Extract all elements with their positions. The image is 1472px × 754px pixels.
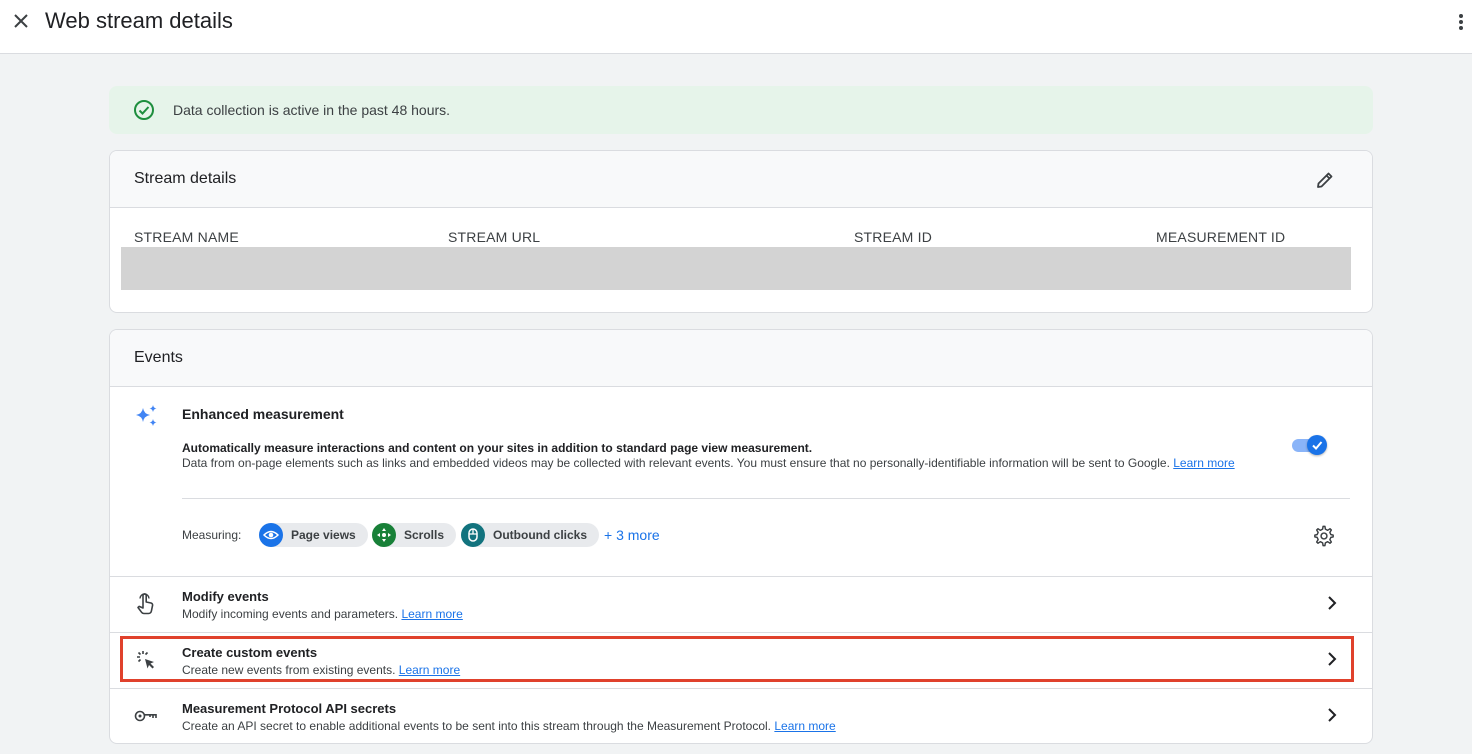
check-icon: [1312, 441, 1323, 450]
stream-details-card: Stream details STREAM NAME STREAM URL ST…: [109, 150, 1373, 313]
touch-icon: [134, 592, 158, 616]
toggle-knob: [1307, 435, 1327, 455]
divider: [182, 498, 1350, 499]
modify-events-row[interactable]: Modify events Modify incoming events and…: [110, 576, 1372, 632]
more-vert-icon: [1459, 14, 1463, 30]
column-header-stream-name: STREAM NAME: [134, 229, 239, 245]
chevron-right-icon: [1322, 593, 1342, 613]
gear-icon: [1314, 525, 1334, 547]
chip-outbound-clicks[interactable]: Outbound clicks: [461, 523, 600, 547]
close-icon: [14, 14, 28, 28]
close-button[interactable]: [8, 8, 34, 34]
row-description-text: Modify incoming events and parameters.: [182, 607, 399, 621]
row-description-text: Create an API secret to enable additiona…: [182, 719, 772, 733]
column-header-stream-id: STREAM ID: [854, 229, 933, 245]
enhanced-measurement-description: Data from on-page elements such as links…: [182, 456, 1267, 471]
page-title: Web stream details: [45, 8, 233, 33]
row-description-text: Create new events from existing events.: [182, 663, 396, 677]
enhanced-measurement-toggle[interactable]: [1292, 433, 1328, 457]
mouse-icon: [461, 523, 485, 547]
chip-scrolls[interactable]: Scrolls: [372, 523, 457, 547]
chip-label: Scrolls: [404, 528, 445, 542]
redacted-stream-values: [121, 247, 1351, 290]
status-banner: Data collection is active in the past 48…: [109, 86, 1373, 134]
more-measurements-link[interactable]: + 3 more: [604, 527, 660, 543]
chevron-right-icon: [1322, 649, 1342, 669]
column-header-stream-url: STREAM URL: [448, 229, 541, 245]
key-icon: [134, 704, 158, 728]
enhanced-measurement-detail: Data from on-page elements such as links…: [182, 456, 1170, 470]
enhanced-measurement-summary: Automatically measure interactions and c…: [182, 441, 813, 455]
enhanced-measurement-settings-button[interactable]: [1312, 524, 1336, 548]
status-banner-text: Data collection is active in the past 48…: [173, 102, 451, 118]
row-description: Create new events from existing events. …: [182, 663, 460, 677]
learn-more-link[interactable]: Learn more: [774, 719, 835, 733]
eye-icon: [259, 523, 283, 547]
events-header: Events: [110, 330, 1372, 387]
chip-label: Page views: [291, 528, 356, 542]
stream-details-header: Stream details: [110, 151, 1372, 208]
cursor-click-icon: [134, 648, 158, 672]
chip-label: Outbound clicks: [493, 528, 588, 542]
create-custom-events-row[interactable]: Create custom events Create new events f…: [110, 632, 1372, 688]
learn-more-link[interactable]: Learn more: [399, 663, 460, 677]
measuring-label: Measuring:: [182, 528, 242, 542]
sparkle-icon: [136, 405, 157, 426]
events-title: Events: [134, 349, 183, 366]
enhanced-measurement-learn-more-link[interactable]: Learn more: [1173, 456, 1234, 470]
enhanced-measurement-title: Enhanced measurement: [182, 406, 344, 422]
column-header-measurement-id: MEASUREMENT ID: [1156, 229, 1286, 245]
row-title: Measurement Protocol API secrets: [182, 701, 397, 716]
chip-page-views[interactable]: Page views: [259, 523, 368, 547]
row-description: Create an API secret to enable additiona…: [182, 719, 836, 733]
top-app-bar: Web stream details: [0, 0, 1472, 54]
chevron-right-icon: [1322, 705, 1342, 725]
edit-stream-button[interactable]: [1313, 168, 1337, 192]
check-circle-icon: [134, 100, 154, 120]
more-options-button[interactable]: [1452, 9, 1470, 35]
stream-details-title: Stream details: [134, 170, 237, 187]
row-title: Modify events: [182, 589, 269, 604]
scroll-icon: [372, 523, 396, 547]
row-title: Create custom events: [182, 645, 318, 660]
row-description: Modify incoming events and parameters. L…: [182, 607, 463, 621]
measurement-protocol-row[interactable]: Measurement Protocol API secrets Create …: [110, 688, 1372, 743]
events-card: Events Enhanced measurement Automaticall…: [109, 329, 1373, 744]
edit-icon: [1317, 172, 1333, 188]
learn-more-link[interactable]: Learn more: [401, 607, 462, 621]
